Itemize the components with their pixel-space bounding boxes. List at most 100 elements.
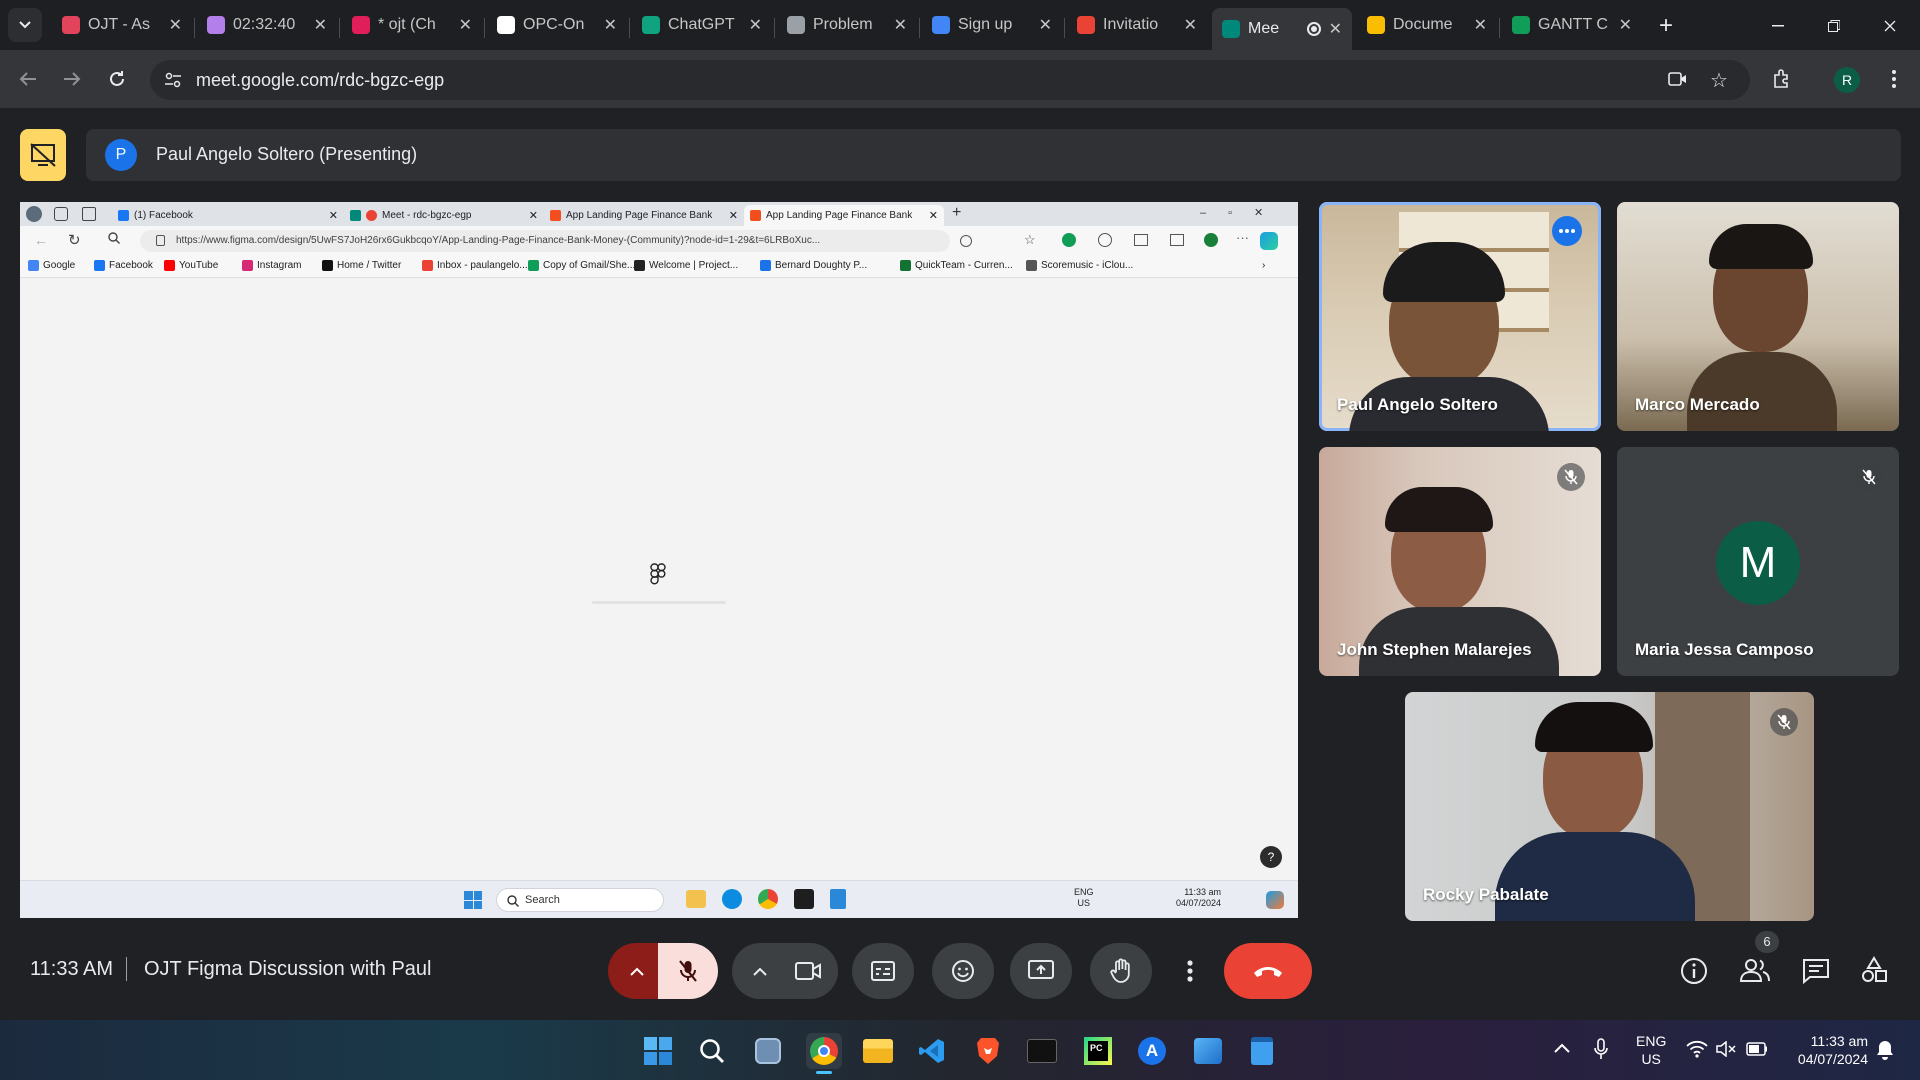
wifi-icon[interactable] [1686, 1040, 1708, 1058]
browser-tab[interactable]: * ojt (Ch ✕ [342, 8, 482, 42]
task-view-icon[interactable] [750, 1033, 786, 1069]
shared-bookmark: QuickTeam - Curren... [900, 260, 1013, 271]
muted-mic-icon [1855, 463, 1883, 491]
leave-call-button[interactable] [1224, 943, 1312, 999]
file-explorer-icon[interactable] [860, 1033, 896, 1069]
browser-tab[interactable]: OPC-On ✕ [487, 8, 627, 42]
people-icon[interactable] [1740, 957, 1770, 983]
bookmark-favicon-icon [528, 260, 539, 271]
participant-body [1687, 352, 1837, 431]
participant-tile[interactable]: M Maria Jessa Camposo [1617, 447, 1899, 676]
restore-window-button[interactable] [1816, 8, 1852, 44]
back-icon[interactable] [10, 61, 46, 97]
close-tab-icon[interactable]: ✕ [1184, 15, 1197, 35]
address-bar[interactable]: meet.google.com/rdc-bgzc-egp ☆ [150, 60, 1750, 100]
browser-tab[interactable]: GANTT C ✕ [1502, 8, 1642, 42]
figma-loading-page: ? [20, 278, 1298, 880]
pycharm-icon[interactable]: PC [1080, 1033, 1116, 1069]
show-hidden-icons-icon[interactable] [1554, 1043, 1570, 1053]
tab-separator [774, 18, 775, 38]
close-tab-icon[interactable]: ✕ [459, 15, 472, 35]
browser-tab[interactable]: Invitatio ✕ [1067, 8, 1207, 42]
profile-avatar[interactable]: R [1834, 67, 1860, 93]
shared-bookmark: Copy of Gmail/She... [528, 260, 635, 271]
terminal-icon[interactable] [1024, 1033, 1060, 1069]
meet-icon [350, 210, 361, 221]
participant-tile[interactable]: John Stephen Malarejes [1319, 447, 1601, 676]
tab-title: GANTT C [1538, 16, 1608, 33]
site-info-icon[interactable] [164, 71, 182, 89]
app-store-icon[interactable]: A [1134, 1033, 1170, 1069]
reactions-button[interactable] [932, 943, 994, 999]
shared-tab-title: (1) Facebook [134, 210, 193, 221]
raise-hand-button[interactable] [1090, 943, 1152, 999]
browser-tab[interactable]: Docume ✕ [1357, 8, 1497, 42]
browser-tab[interactable]: Problem ✕ [777, 8, 917, 42]
new-tab-button[interactable]: + [1648, 8, 1684, 44]
close-tab-icon[interactable]: ✕ [314, 15, 327, 35]
start-menu-icon[interactable] [640, 1033, 676, 1069]
participant-tile[interactable]: Paul Angelo Soltero [1319, 202, 1601, 431]
shared-start-icon [464, 891, 482, 909]
minimize-window-button[interactable] [1760, 8, 1796, 44]
chrome-taskbar-icon[interactable] [806, 1033, 842, 1069]
close-tab-icon[interactable]: ✕ [1474, 15, 1487, 35]
close-tab-icon[interactable]: ✕ [604, 15, 617, 35]
close-tab-icon[interactable]: ✕ [1619, 15, 1632, 35]
browser-tab[interactable]: Sign up ✕ [922, 8, 1062, 42]
bookmark-label: Copy of Gmail/She... [543, 260, 636, 271]
participant-hair [1385, 487, 1493, 532]
browser-tab[interactable]: OJT - As ✕ [52, 8, 192, 42]
camera-button[interactable] [778, 943, 838, 999]
browser-tab-active[interactable]: Mee ✕ [1212, 8, 1352, 50]
photos-icon[interactable] [1190, 1033, 1226, 1069]
browser-tab[interactable]: ChatGPT ✕ [632, 8, 772, 42]
bookmark-label: Scoremusic - iClou... [1041, 260, 1134, 271]
close-tab-icon[interactable]: ✕ [169, 15, 182, 35]
shared-taskbar-app [722, 889, 742, 909]
camera-in-use-icon[interactable] [1668, 70, 1688, 88]
notification-bell-icon[interactable] [1876, 1040, 1894, 1060]
microphone-off-button[interactable] [658, 943, 718, 999]
present-now-button[interactable] [1010, 943, 1072, 999]
people-count-badge: 6 [1755, 931, 1779, 953]
close-tab-icon[interactable]: ✕ [1039, 15, 1052, 35]
os-language-indicator[interactable]: ENG US [1636, 1032, 1666, 1068]
captions-button[interactable] [852, 943, 914, 999]
shared-search-placeholder: Search [525, 894, 560, 906]
figma-logo-icon [650, 563, 666, 585]
forward-icon[interactable] [54, 61, 90, 97]
shared-tab-active: App Landing Page Finance Bank ✕ [744, 205, 944, 226]
volume-muted-icon[interactable] [1716, 1041, 1736, 1057]
more-options-button[interactable] [1170, 943, 1210, 999]
brave-icon[interactable] [970, 1033, 1006, 1069]
bookmark-star-icon[interactable]: ☆ [1710, 68, 1728, 93]
presentation-toggle-button[interactable] [20, 129, 66, 181]
close-tab-icon[interactable]: ✕ [1329, 19, 1342, 39]
participant-tile[interactable]: Rocky Pabalate [1405, 692, 1814, 921]
chat-icon[interactable] [1802, 958, 1830, 984]
tab-separator [194, 18, 195, 38]
activities-icon[interactable] [1860, 956, 1888, 984]
vscode-icon[interactable] [914, 1033, 950, 1069]
meeting-details-icon[interactable] [1680, 957, 1708, 985]
reload-icon[interactable] [99, 61, 135, 97]
close-tab-icon[interactable]: ✕ [894, 15, 907, 35]
close-tab-icon[interactable]: ✕ [749, 15, 762, 35]
microphone-tray-icon[interactable] [1594, 1038, 1608, 1060]
browser-menu-icon[interactable] [1876, 61, 1912, 97]
participant-options-icon[interactable] [1552, 216, 1582, 246]
browser-tab[interactable]: 02:32:40 ✕ [197, 8, 337, 42]
close-window-button[interactable] [1872, 8, 1908, 44]
tab-separator [1499, 18, 1500, 38]
search-icon[interactable] [694, 1033, 730, 1069]
participant-tile[interactable]: Marco Mercado [1617, 202, 1899, 431]
bookmark-favicon-icon [1026, 260, 1037, 271]
shared-bookmark: Inbox - paulangelo... [422, 260, 528, 271]
tab-search-chevron-icon[interactable] [8, 8, 42, 42]
close-icon: ✕ [728, 210, 738, 222]
os-clock[interactable]: 11:33 am 04/07/2024 [1778, 1032, 1868, 1068]
extensions-icon[interactable] [1764, 61, 1800, 97]
battery-icon[interactable] [1746, 1042, 1768, 1056]
notepad-icon[interactable] [1244, 1033, 1280, 1069]
